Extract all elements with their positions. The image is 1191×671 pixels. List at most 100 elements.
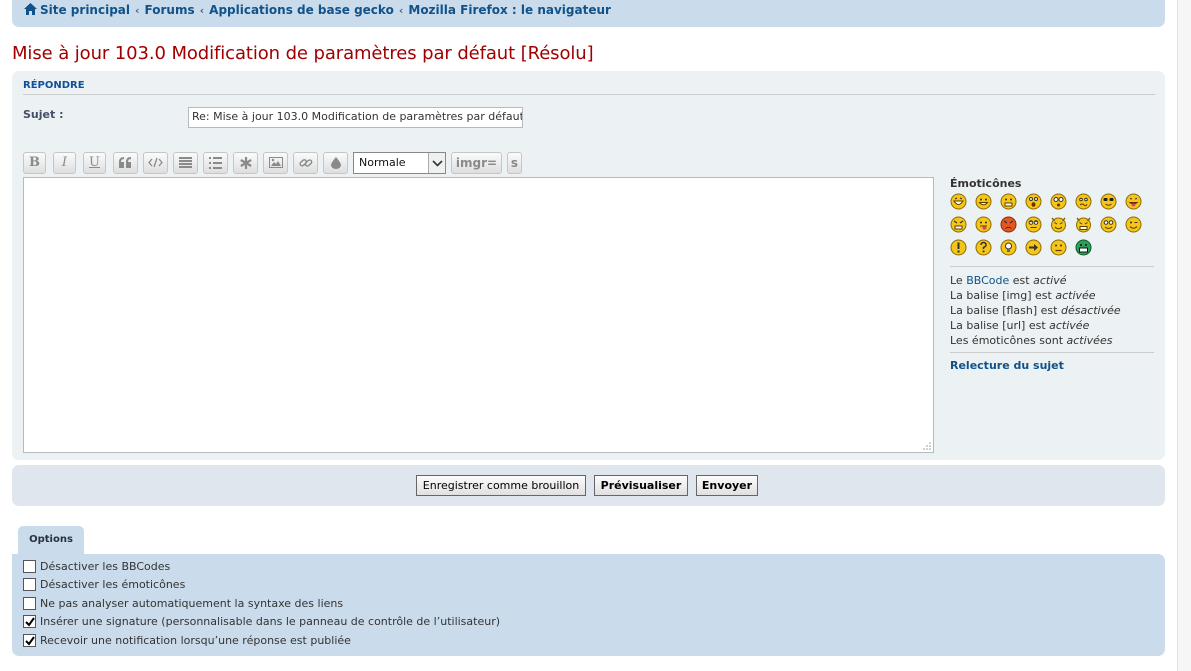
option-disable-bbcode[interactable]: Désactiver les BBCodes — [23, 560, 170, 574]
smiley-rolleyes-icon[interactable] — [1025, 216, 1042, 233]
checkbox-checked[interactable] — [23, 615, 36, 628]
smileys-title: Émoticônes — [950, 177, 1022, 190]
list-item-button[interactable] — [233, 152, 258, 174]
smilies-state: activées — [1066, 334, 1113, 347]
checkbox-checked[interactable] — [23, 634, 36, 647]
preview-button[interactable]: Prévisualiser — [594, 475, 688, 496]
breadcrumb-mozilla-firefox[interactable]: Mozilla Firefox : le navigateur — [408, 3, 611, 17]
code-button[interactable] — [143, 152, 168, 174]
checkbox[interactable] — [23, 578, 36, 591]
option-label: Désactiver les BBCodes — [40, 560, 171, 573]
strike-button[interactable]: s — [507, 152, 522, 174]
link-icon — [298, 159, 312, 167]
bbcode-prefix: Le — [950, 274, 963, 287]
underline-button[interactable]: U — [83, 152, 106, 174]
reply-heading: RÉPONDRE — [23, 80, 1155, 95]
smiley-evil-icon[interactable] — [1050, 216, 1067, 233]
tab-options[interactable]: Options — [18, 526, 84, 554]
bold-button[interactable]: B — [23, 152, 46, 174]
topic-title[interactable]: Mise à jour 103.0 Modification de paramè… — [12, 43, 594, 64]
subject-input[interactable]: Re: Mise à jour 103.0 Modification de pa… — [188, 107, 523, 128]
topic-review-link[interactable]: Relecture du sujet — [950, 359, 1064, 372]
font-size-select[interactable]: Normale — [353, 152, 446, 174]
smiley-razz-icon[interactable] — [975, 216, 992, 233]
home-icon[interactable] — [24, 3, 37, 15]
image-button[interactable] — [263, 152, 288, 174]
submit-panel: Enregistrer comme brouillon Prévisualise… — [12, 465, 1165, 506]
smilies-status-text: Les émoticônes sont — [950, 334, 1064, 347]
list-icon — [179, 157, 192, 168]
breadcrumb-separator: ‹ — [398, 4, 404, 17]
smiley-neutral-icon[interactable] — [1050, 239, 1067, 256]
color-button[interactable] — [323, 152, 348, 174]
quote-icon — [119, 157, 131, 168]
resize-grip-icon[interactable] — [922, 441, 931, 450]
bbcode-status: Le BBCode est activé — [950, 273, 1156, 288]
checkmark-icon — [25, 636, 35, 646]
italic-button[interactable]: I — [53, 152, 76, 174]
smiley-wink-glasses-icon[interactable] — [1100, 216, 1117, 233]
save-draft-button[interactable]: Enregistrer comme brouillon — [416, 475, 586, 496]
breadcrumb-separator: ‹ — [199, 4, 205, 17]
smiley-grin-icon[interactable] — [975, 193, 992, 210]
bbcode-state: activé — [1033, 274, 1067, 287]
link-button[interactable] — [293, 152, 318, 174]
img-state: activée — [1055, 289, 1096, 302]
option-notify-reply[interactable]: Recevoir une notification lorsqu’une rép… — [23, 634, 351, 648]
url-status-text: La balise [url] est — [950, 319, 1046, 332]
img-status: La balise [img] est activée — [950, 288, 1156, 303]
smiley-shocked-icon[interactable] — [1050, 193, 1067, 210]
smiley-cool-icon[interactable] — [1100, 193, 1117, 210]
smiley-green-icon[interactable] — [1075, 239, 1092, 256]
smilies-status: Les émoticônes sont activées — [950, 333, 1156, 348]
checkbox[interactable] — [23, 560, 36, 573]
bbcode-link[interactable]: BBCode — [966, 274, 1009, 287]
url-status: La balise [url] est activée — [950, 318, 1156, 333]
url-state: activée — [1049, 319, 1090, 332]
breadcrumb-forums[interactable]: Forums — [145, 3, 195, 17]
checkbox[interactable] — [23, 597, 36, 610]
smiley-tongue-icon[interactable] — [1125, 193, 1142, 210]
option-disable-magic-url[interactable]: Ne pas analyser automatiquement la synta… — [23, 597, 343, 611]
smiley-mad-icon[interactable] — [950, 216, 967, 233]
imgr-button[interactable]: imgr= — [451, 152, 502, 174]
numbered-list-button[interactable] — [203, 152, 228, 174]
reply-panel: RÉPONDRE Sujet : Re: Mise à jour 103.0 M… — [12, 71, 1165, 460]
question-icon[interactable] — [975, 239, 992, 256]
option-label: Ne pas analyser automatiquement la synta… — [40, 597, 344, 610]
submit-button[interactable]: Envoyer — [696, 475, 758, 496]
message-textarea[interactable] — [23, 177, 934, 453]
breadcrumb-applications-gecko[interactable]: Applications de base gecko — [209, 3, 394, 17]
exclamation-icon[interactable] — [950, 239, 967, 256]
color-icon — [330, 157, 341, 169]
list-button[interactable] — [173, 152, 198, 174]
idea-icon[interactable] — [1000, 239, 1017, 256]
smiley-teeth-icon[interactable] — [1000, 193, 1017, 210]
breadcrumb-site-principal[interactable]: Site principal — [40, 3, 130, 17]
smiley-surprised-icon[interactable] — [1025, 193, 1042, 210]
option-attach-signature[interactable]: Insérer une signature (personnalisable d… — [23, 615, 500, 629]
option-label: Recevoir une notification lorsqu’une rép… — [40, 634, 351, 647]
flash-status: La balise [flash] est désactivée — [950, 303, 1156, 318]
quote-button[interactable] — [113, 152, 138, 174]
img-status-text: La balise [img] est — [950, 289, 1052, 302]
chevron-down-icon — [428, 153, 445, 173]
arrow-icon[interactable] — [1025, 239, 1042, 256]
option-label: Désactiver les émoticônes — [40, 578, 186, 591]
code-icon — [148, 157, 163, 168]
sidebar-divider — [950, 352, 1154, 353]
checkmark-icon — [25, 617, 35, 627]
smiley-angry-icon[interactable] — [1000, 216, 1017, 233]
breadcrumb: Site principal ‹ Forums ‹ Applications de ba… — [12, 0, 1165, 27]
smiley-laugh-icon[interactable] — [950, 193, 967, 210]
page-scrollbar[interactable] — [1177, 0, 1191, 671]
image-icon — [268, 157, 283, 168]
bbcode-mid: est — [1012, 274, 1030, 287]
subject-label: Sujet : — [23, 108, 64, 121]
options-panel: Désactiver les BBCodes Désactiver les ém… — [12, 554, 1165, 656]
option-disable-smilies[interactable]: Désactiver les émoticônes — [23, 578, 185, 592]
smiley-confused-icon[interactable] — [1075, 193, 1092, 210]
smiley-twisted-icon[interactable] — [1075, 216, 1092, 233]
smiley-wink-icon[interactable] — [1125, 216, 1142, 233]
list-item-icon — [239, 157, 252, 169]
